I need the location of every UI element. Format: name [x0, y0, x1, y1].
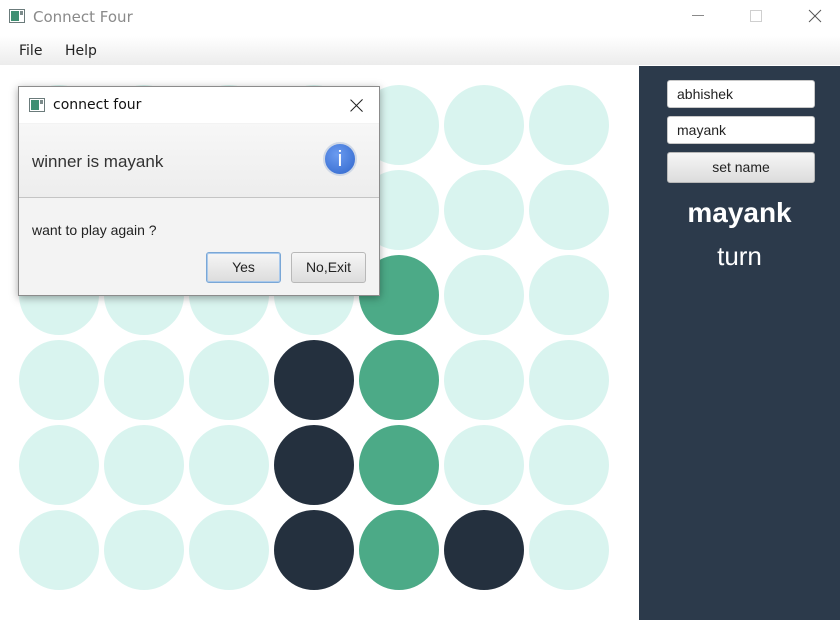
player1-name-input[interactable] — [667, 80, 815, 108]
board-cell-r2-c6[interactable] — [529, 255, 609, 335]
close-icon — [808, 9, 822, 23]
dialog-title: connect four — [53, 97, 142, 113]
board-cell-r4-c1[interactable] — [104, 425, 184, 505]
side-panel: set name mayank turn — [639, 66, 840, 620]
dialog-titlebar: connect four — [19, 87, 379, 123]
close-window-button[interactable] — [792, 0, 838, 32]
board-cell-r1-c5[interactable] — [444, 170, 524, 250]
board-cell-r0-c6[interactable] — [529, 85, 609, 165]
player2-name-input[interactable] — [667, 116, 815, 144]
board-cell-r4-c0[interactable] — [19, 425, 99, 505]
board-cell-r2-c5[interactable] — [444, 255, 524, 335]
board-cell-r4-c2[interactable] — [189, 425, 269, 505]
board-cell-r4-c5[interactable] — [444, 425, 524, 505]
board-cell-r3-c1[interactable] — [104, 340, 184, 420]
board-cell-r5-c3[interactable] — [274, 510, 354, 590]
board-cell-r3-c2[interactable] — [189, 340, 269, 420]
app-icon — [29, 98, 45, 112]
winner-dialog: connect four winner is mayank i want to … — [18, 86, 380, 296]
set-name-button[interactable]: set name — [667, 152, 815, 183]
dialog-header-text: winner is mayank — [32, 152, 164, 171]
board-cell-r3-c6[interactable] — [529, 340, 609, 420]
minimize-button[interactable] — [674, 0, 720, 32]
info-icon: i — [323, 142, 357, 176]
dialog-content-text: want to play again ? — [32, 222, 157, 238]
window-titlebar: Connect Four — [0, 0, 840, 34]
maximize-icon — [750, 10, 762, 22]
maximize-button[interactable] — [733, 0, 779, 32]
dialog-header: winner is mayank i — [19, 124, 379, 198]
menu-file[interactable]: File — [19, 42, 42, 60]
board-cell-r3-c3[interactable] — [274, 340, 354, 420]
turn-label: turn — [717, 241, 762, 271]
yes-button[interactable]: Yes — [206, 252, 281, 283]
board-cell-r4-c6[interactable] — [529, 425, 609, 505]
window-title: Connect Four — [33, 8, 133, 26]
board-cell-r5-c6[interactable] — [529, 510, 609, 590]
board-cell-r3-c4[interactable] — [359, 340, 439, 420]
board-cell-r4-c4[interactable] — [359, 425, 439, 505]
minimize-icon — [692, 15, 704, 16]
board-cell-r5-c0[interactable] — [19, 510, 99, 590]
no-exit-button[interactable]: No,Exit — [291, 252, 366, 283]
current-player-name: mayank — [687, 197, 792, 228]
board-cell-r4-c3[interactable] — [274, 425, 354, 505]
board-cell-r5-c2[interactable] — [189, 510, 269, 590]
board-cell-r5-c4[interactable] — [359, 510, 439, 590]
menu-bar: File Help — [0, 36, 840, 65]
dialog-close-button[interactable] — [345, 93, 369, 117]
app-icon — [9, 9, 25, 23]
board-cell-r0-c5[interactable] — [444, 85, 524, 165]
board-cell-r3-c0[interactable] — [19, 340, 99, 420]
board-cell-r3-c5[interactable] — [444, 340, 524, 420]
menu-help[interactable]: Help — [65, 42, 97, 60]
board-cell-r5-c5[interactable] — [444, 510, 524, 590]
board-cell-r5-c1[interactable] — [104, 510, 184, 590]
board-cell-r1-c6[interactable] — [529, 170, 609, 250]
